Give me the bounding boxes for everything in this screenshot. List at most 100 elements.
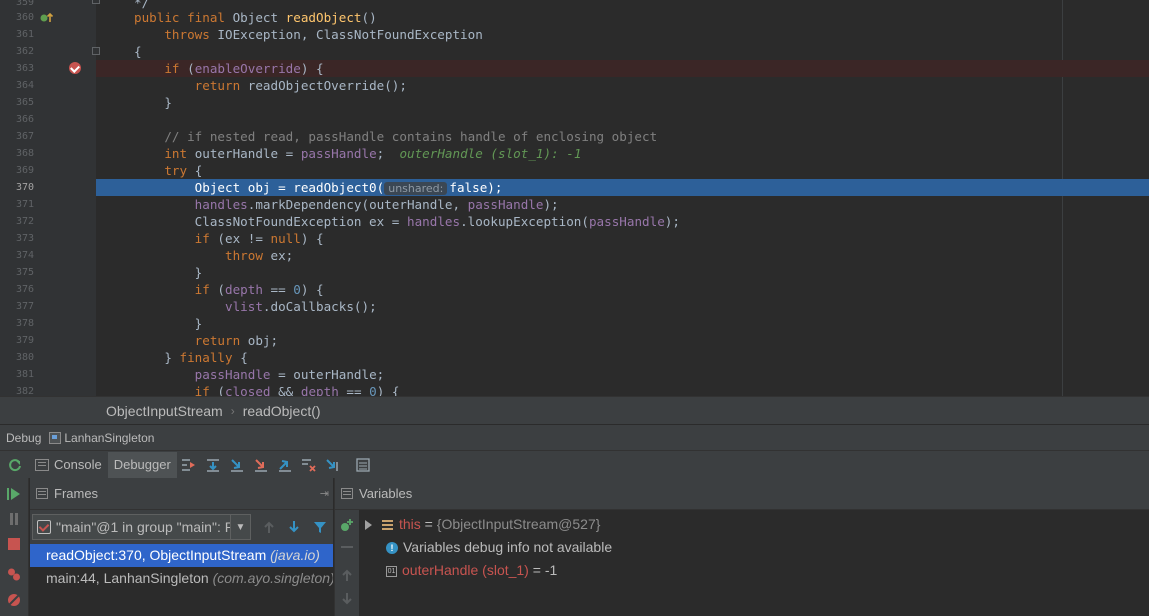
line-number: 379	[15, 335, 34, 346]
tab-debugger[interactable]: Debugger	[107, 451, 177, 478]
breakpoint-check-icon[interactable]	[69, 62, 81, 74]
expand-arrow-icon[interactable]	[365, 520, 372, 531]
show-execution-point-button[interactable]	[177, 453, 201, 477]
run-config-tab[interactable]: LanhanSingleton	[64, 431, 154, 445]
code-line: int outerHandle = passHandle; outerHandl…	[164, 146, 582, 161]
drop-frame-button[interactable]	[297, 453, 321, 477]
variables-side-toolbar	[335, 510, 359, 616]
chevron-down-icon[interactable]: ▼	[230, 515, 250, 539]
code-editor[interactable]: 359 360 361 362 363 364 365 366 367 368 …	[0, 0, 1149, 396]
filter-icon[interactable]	[313, 520, 327, 534]
code-line: {	[134, 44, 142, 59]
drop-frame-icon	[301, 458, 316, 472]
line-number: 376	[15, 284, 34, 295]
force-step-into-button[interactable]	[249, 453, 273, 477]
code-line: if (ex != null) {	[194, 231, 324, 246]
line-number: 382	[15, 386, 34, 396]
tab-console[interactable]: Console	[29, 452, 108, 478]
override-up-arrow-icon[interactable]	[40, 12, 54, 24]
code-line: handles.markDependency(outerHandle, pass…	[194, 197, 559, 212]
code-line: try {	[164, 163, 203, 178]
step-out-button[interactable]	[273, 453, 297, 477]
step-over-icon	[206, 458, 219, 472]
new-watch-icon[interactable]	[340, 518, 354, 532]
resume-icon[interactable]	[7, 487, 21, 501]
run-config-icon	[49, 431, 62, 444]
mute-breakpoints-icon[interactable]	[7, 593, 21, 607]
breadcrumb-method[interactable]: readObject()	[243, 403, 321, 419]
debug-tool-window-title: Debug LanhanSingleton	[0, 424, 1149, 450]
thread-selector-value: "main"@1 in group "main": RUNNING	[56, 519, 231, 535]
code-line: passHandle = outerHandle;	[194, 367, 385, 382]
step-out-icon	[278, 459, 291, 472]
line-number: 374	[15, 250, 34, 261]
code-line: throw ex;	[225, 248, 294, 263]
line-number: 377	[15, 301, 34, 312]
debug-title: Debug	[6, 430, 42, 445]
frame-item[interactable]: readObject:370, ObjectInputStream (java.…	[30, 544, 333, 567]
move-up-icon[interactable]	[341, 568, 353, 582]
force-step-into-icon	[254, 458, 267, 472]
frames-panel: Frames ⇥ "main"@1 in group "main": RUNNI…	[30, 478, 333, 616]
code-line: } finally {	[164, 350, 248, 365]
step-over-button[interactable]	[201, 453, 225, 477]
code-line: if (closed && depth == 0) {	[194, 384, 400, 396]
breadcrumb-class[interactable]: ObjectInputStream	[106, 403, 223, 419]
parameter-hint: unshared:	[384, 182, 448, 195]
code-line: // if nested read, passHandle contains h…	[164, 129, 658, 144]
code-line: }	[194, 265, 203, 280]
debug-actions-bar	[0, 478, 29, 616]
stop-icon[interactable]	[7, 537, 21, 551]
next-frame-icon[interactable]	[288, 520, 300, 534]
inline-debug-value: outerHandle (slot_1): -1	[399, 146, 582, 161]
view-breakpoints-icon[interactable]	[7, 568, 21, 582]
execution-point-icon	[181, 458, 195, 471]
thread-selector[interactable]: "main"@1 in group "main": RUNNING ▼	[32, 514, 251, 540]
variable-row-this[interactable]: this = {ObjectInputStream@527}	[365, 513, 600, 536]
line-number: 367	[15, 131, 34, 142]
variables-title: Variables	[359, 486, 413, 501]
code-line: ClassNotFoundException ex = handles.look…	[194, 214, 680, 229]
line-number: 364	[15, 80, 34, 91]
code-line: return obj;	[194, 333, 279, 348]
variable-row-outerhandle[interactable]: 01 outerHandle (slot_1) = -1	[386, 559, 557, 582]
run-to-cursor-button[interactable]	[321, 453, 345, 477]
frames-toolbar: "main"@1 in group "main": RUNNING ▼	[30, 510, 333, 544]
line-number: 371	[15, 199, 34, 210]
rerun-icon	[8, 458, 21, 471]
variables-panel: Variables this = {ObjectInputStream@527}…	[334, 478, 1149, 616]
frame-item[interactable]: main:44, LanhanSingleton (com.ayo.single…	[30, 567, 333, 590]
breadcrumb: ObjectInputStream › readObject()	[0, 396, 1149, 424]
code-line-execution-point: Object obj = readObject0(unshared: false)…	[96, 179, 1149, 196]
line-number: 362	[15, 46, 34, 57]
tab-console-label: Console	[54, 457, 102, 472]
evaluate-expression-button[interactable]	[351, 453, 375, 477]
line-number: 373	[15, 233, 34, 244]
line-number-current: 370	[15, 182, 34, 193]
variables-info-row: ! Variables debug info not available	[386, 536, 612, 559]
code-line: return readObjectOverride();	[194, 78, 407, 93]
variables-icon	[341, 488, 353, 499]
line-number: 361	[15, 29, 34, 40]
rerun-button[interactable]	[0, 453, 29, 477]
line-number: 365	[15, 97, 34, 108]
pin-panel-icon[interactable]: ⇥	[320, 487, 329, 500]
line-number: 381	[15, 369, 34, 380]
info-icon: !	[386, 542, 398, 555]
remove-watch-icon[interactable]	[340, 545, 354, 549]
line-number: 369	[15, 165, 34, 176]
calculator-icon	[356, 457, 370, 472]
variables-header: Variables	[335, 478, 1149, 510]
code-line: throws IOException, ClassNotFoundExcepti…	[164, 27, 483, 42]
frames-header: Frames ⇥	[30, 478, 333, 510]
line-number: 366	[15, 114, 34, 125]
step-into-button[interactable]	[225, 453, 249, 477]
field-icon	[382, 519, 394, 531]
move-down-icon[interactable]	[341, 592, 353, 606]
previous-frame-icon[interactable]	[263, 520, 275, 534]
code-line: }	[194, 316, 203, 331]
pause-icon[interactable]	[7, 512, 21, 526]
run-to-cursor-icon	[326, 458, 338, 471]
line-number: 375	[15, 267, 34, 278]
console-icon	[35, 458, 49, 471]
